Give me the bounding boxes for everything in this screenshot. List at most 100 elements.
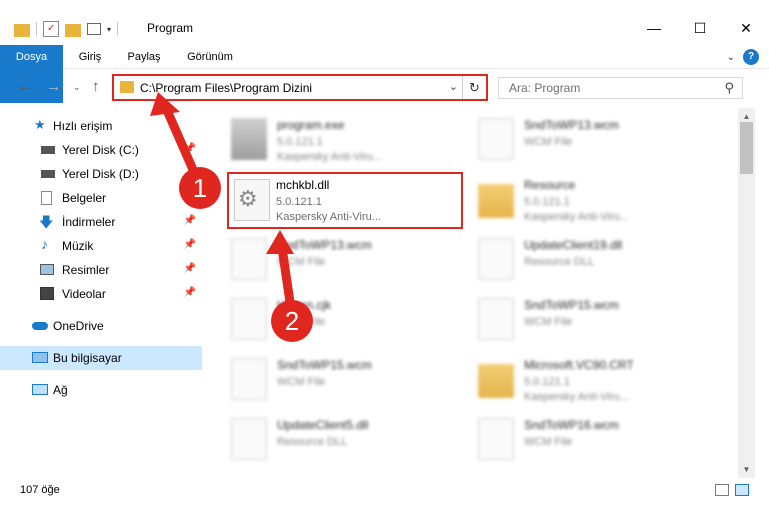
- folder-icon: [14, 23, 30, 37]
- file-description: Kaspersky Anti-Viru...: [277, 151, 382, 163]
- file-icon: [231, 238, 267, 280]
- file-icon: [231, 358, 267, 400]
- new-folder-icon[interactable]: [65, 23, 81, 37]
- folder-item[interactable]: Microsoft.VC90.CRT 5.0.121.1 Kaspersky A…: [474, 352, 710, 410]
- tab-home[interactable]: Giriş: [70, 45, 110, 69]
- download-arrow-icon: 🡇: [39, 214, 54, 230]
- tab-view[interactable]: Görünüm: [180, 45, 240, 69]
- close-button[interactable]: ✕: [723, 12, 769, 44]
- file-type: WCM File: [277, 256, 326, 268]
- pin-icon[interactable]: 📌: [184, 263, 196, 274]
- file-item[interactable]: SndToWP16.wcm WCM File: [474, 412, 710, 470]
- view-switcher: [715, 484, 749, 496]
- sidebar-item-downloads[interactable]: 🡇 İndirmeler 📌: [0, 210, 202, 234]
- file-type: WCM File: [524, 136, 573, 148]
- sidebar-item-label: Yerel Disk (C:): [62, 143, 139, 157]
- dll-gear-icon: [478, 238, 514, 280]
- sidebar-item-onedrive[interactable]: OneDrive: [0, 314, 202, 338]
- maximize-button[interactable]: ☐: [677, 12, 723, 44]
- sidebar-item-label: Yerel Disk (D:): [62, 167, 139, 181]
- scrollbar-thumb[interactable]: [740, 122, 753, 174]
- file-version: 5.0.121.1: [277, 136, 323, 148]
- folder-icon: [120, 81, 134, 93]
- file-item[interactable]: program.exe 5.0.121.1 Kaspersky Anti-Vir…: [227, 112, 463, 170]
- help-icon[interactable]: ?: [743, 49, 759, 65]
- address-path[interactable]: C:\Program Files\Program Dizini: [140, 81, 312, 95]
- search-box[interactable]: Ara: Program ⚲: [498, 77, 743, 99]
- sidebar-item-local-disk-c[interactable]: Yerel Disk (C:) 📌: [0, 138, 202, 162]
- sidebar-item-label: Ağ: [53, 383, 68, 397]
- file-item[interactable]: SndToWP15.wcm WCM File: [474, 292, 710, 350]
- chevron-down-icon[interactable]: ▾: [107, 25, 111, 34]
- sidebar-item-label: Bu bilgisayar: [53, 351, 122, 365]
- up-arrow-icon[interactable]: ↑: [92, 78, 100, 95]
- sidebar-item-documents[interactable]: Belgeler: [0, 186, 202, 210]
- pin-icon[interactable]: 📌: [184, 215, 196, 226]
- file-icon: [478, 118, 514, 160]
- sidebar-item-label: Videolar: [62, 287, 106, 301]
- sidebar-item-label: OneDrive: [53, 319, 104, 333]
- file-icon: [231, 298, 267, 340]
- scroll-down-icon[interactable]: ▼: [738, 461, 755, 478]
- file-item[interactable]: SndToWP13.wcm WCM File: [227, 232, 463, 290]
- address-bar[interactable]: C:\Program Files\Program Dizini ⌄ ↻: [112, 74, 488, 101]
- document-icon: [41, 191, 52, 205]
- file-description: Kaspersky Anti-Viru...: [524, 211, 629, 223]
- pin-icon[interactable]: 📌: [184, 239, 196, 250]
- file-icon: [478, 298, 514, 340]
- vertical-scrollbar[interactable]: ▲ ▼: [738, 108, 755, 478]
- chevron-down-icon[interactable]: ⌄: [449, 80, 458, 93]
- file-icon: [478, 418, 514, 460]
- file-item[interactable]: SndToWP15.wcm WCM File: [227, 352, 463, 410]
- sidebar-item-quick-access[interactable]: ★ Hızlı erişim: [0, 114, 202, 138]
- view-options-icon[interactable]: [87, 23, 101, 35]
- file-item[interactable]: kbman.cjk WCM File: [227, 292, 463, 350]
- forward-arrow-icon[interactable]: →: [46, 78, 61, 95]
- folder-icon: [478, 364, 514, 398]
- search-icon[interactable]: ⚲: [724, 80, 734, 96]
- tiles-view-icon[interactable]: [735, 484, 749, 496]
- sidebar-item-network[interactable]: Ağ: [0, 378, 202, 402]
- sidebar-item-videos[interactable]: Videolar 📌: [0, 282, 202, 306]
- pin-icon[interactable]: 📌: [184, 287, 196, 298]
- cloud-icon: [32, 322, 48, 330]
- network-icon: [32, 384, 48, 395]
- sidebar-item-label: Resimler: [62, 263, 110, 277]
- file-description: Kaspersky Anti-Viru...: [276, 211, 381, 223]
- title-bar: ✓ ▾ Program — ☐ ✕: [0, 0, 769, 44]
- sidebar-item-label: Hızlı erişim: [53, 119, 113, 133]
- file-item[interactable]: UpdateClient5.dll Resource DLL: [227, 412, 463, 470]
- sidebar-item-label: Belgeler: [62, 191, 107, 205]
- ribbon-tabs: Dosya Giriş Paylaş Görünüm ⌄ ?: [0, 45, 769, 103]
- drive-icon: [41, 146, 55, 154]
- file-name: SndToWP15.wcm: [277, 358, 372, 372]
- item-count: 107 öğe: [20, 484, 60, 496]
- pin-icon[interactable]: 📌: [184, 143, 196, 154]
- sidebar-item-music[interactable]: ♪ Müzik 📌: [0, 234, 202, 258]
- file-name: SndToWP16.wcm: [524, 418, 619, 432]
- file-item[interactable]: UpdateClient19.dll Resource DLL: [474, 232, 710, 290]
- sidebar-item-local-disk-d[interactable]: Yerel Disk (D:): [0, 162, 202, 186]
- properties-icon[interactable]: ✓: [43, 21, 59, 37]
- folder-item[interactable]: Resource 5.0.121.1 Kaspersky Anti-Viru..…: [474, 172, 710, 230]
- search-placeholder[interactable]: Ara: Program: [509, 81, 580, 95]
- sidebar-item-pictures[interactable]: Resimler 📌: [0, 258, 202, 282]
- details-view-icon[interactable]: [715, 484, 729, 496]
- file-item[interactable]: SndToWP13.wcm WCM File: [474, 112, 710, 170]
- back-arrow-icon[interactable]: ←: [18, 78, 33, 95]
- file-name: UpdateClient19.dll: [524, 238, 623, 252]
- tab-share[interactable]: Paylaş: [122, 45, 166, 69]
- refresh-icon[interactable]: ↻: [462, 76, 486, 99]
- computer-icon: [32, 352, 48, 363]
- file-version: 5.0.121.1: [524, 196, 570, 208]
- toolbar-divider: [36, 22, 37, 36]
- chevron-down-icon[interactable]: ⌄: [727, 52, 735, 63]
- minimize-button[interactable]: —: [631, 12, 677, 44]
- recent-locations-icon[interactable]: ⌄: [73, 82, 81, 93]
- file-name: SndToWP13.wcm: [277, 238, 372, 252]
- file-version: 5.0.121.1: [276, 196, 322, 208]
- ribbon-right-controls: ⌄ ?: [727, 49, 759, 65]
- sidebar-item-this-pc[interactable]: Bu bilgisayar: [0, 346, 202, 370]
- highlighted-file-item[interactable]: ⚙ mchkbl.dll 5.0.121.1 Kaspersky Anti-Vi…: [227, 172, 463, 229]
- drive-icon: [41, 170, 55, 178]
